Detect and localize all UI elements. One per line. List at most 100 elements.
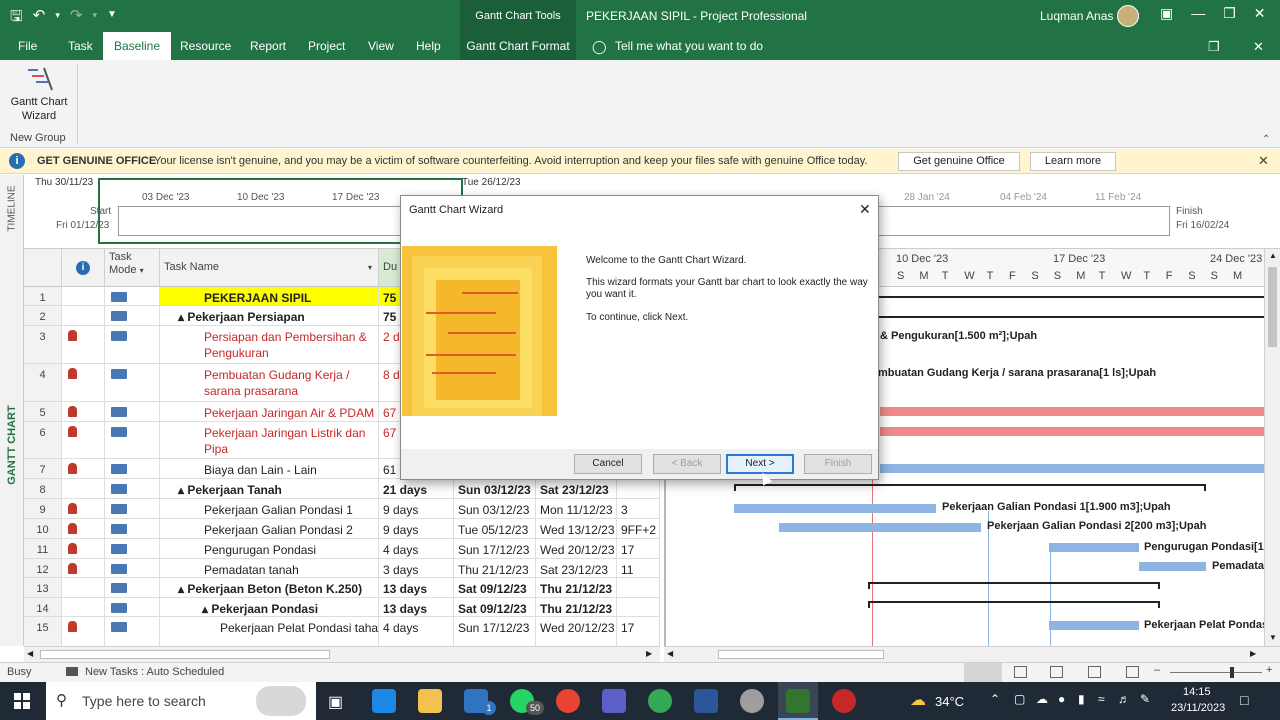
cancel-button[interactable]: Cancel <box>574 454 642 474</box>
collapse-ribbon-icon[interactable]: ⌃ <box>1262 134 1270 145</box>
get-genuine-office-button[interactable]: Get genuine Office <box>898 152 1020 171</box>
save-icon[interactable]: 🖫 <box>10 6 23 31</box>
close-document-icon[interactable]: ✕ <box>1253 39 1264 55</box>
task-name-cell[interactable]: Pemadatan tanah <box>160 559 379 577</box>
tell-me-box[interactable]: Tell me what you want to do <box>615 39 763 53</box>
tab-gantt-chart-format[interactable]: Gantt Chart Format <box>460 32 576 60</box>
taskbar-search-box[interactable]: ⚲ Type here to search <box>46 682 316 720</box>
finish-cell[interactable]: Thu 21/12/23 <box>536 598 617 616</box>
summary-bar[interactable] <box>734 484 1206 491</box>
word-icon[interactable] <box>694 689 718 713</box>
chrome-icon[interactable] <box>556 689 580 713</box>
task-name-cell[interactable]: ▴ Pekerjaan Persiapan <box>160 306 379 325</box>
back-button[interactable]: < Back <box>653 454 721 474</box>
table-row[interactable]: 9 Pekerjaan Galian Pondasi 19 days Sun 03/… <box>24 499 660 519</box>
start-cell[interactable]: Sun 03/12/23 <box>454 479 536 498</box>
task-bar[interactable] <box>1049 543 1139 552</box>
tray-app-icon[interactable]: ▢ <box>1014 692 1025 706</box>
finish-cell[interactable]: Sat 23/12/23 <box>536 559 617 577</box>
zoom-in-icon[interactable]: + <box>1266 664 1272 676</box>
customize-qat-icon[interactable]: ▼ <box>107 9 117 31</box>
task-name-cell[interactable]: ▴ Pekerjaan Pondasi <box>160 598 379 616</box>
task-mode-cell[interactable] <box>105 617 160 646</box>
battery-icon[interactable]: ▮ <box>1078 692 1085 706</box>
scroll-left-icon[interactable]: ◀ <box>667 649 673 658</box>
undo-icon[interactable]: ↶ <box>33 6 46 31</box>
grid-horizontal-scrollbar[interactable]: ◀ ▶ <box>24 646 660 662</box>
task-name-cell[interactable]: ▴ Pekerjaan Tanah <box>160 479 379 498</box>
windows-start-icon[interactable] <box>14 693 30 709</box>
task-mode-cell[interactable] <box>105 287 160 305</box>
table-row[interactable]: 8 ▴ Pekerjaan Tanah 21 days Sun 03/12/23 Sat… <box>24 479 660 499</box>
tab-report[interactable]: Report <box>250 39 286 53</box>
predecessors-cell[interactable] <box>617 598 660 616</box>
row-number[interactable]: 13 <box>24 578 62 597</box>
team-planner-icon[interactable] <box>1050 666 1063 678</box>
gantt-horizontal-scrollbar[interactable]: ◀ ▶ <box>664 646 1280 662</box>
finish-cell[interactable]: Wed 20/12/23 <box>536 617 617 646</box>
chrome-profile-icon[interactable] <box>648 689 672 713</box>
clock-time[interactable]: 14:15 <box>1183 686 1211 698</box>
restore-ribbon-icon[interactable]: ❐ <box>1208 39 1220 55</box>
vertical-scrollbar[interactable]: ▲ ▼ <box>1264 249 1280 646</box>
row-number[interactable]: 9 <box>24 499 62 518</box>
task-mode-cell[interactable] <box>105 578 160 597</box>
tab-project[interactable]: Project <box>308 39 345 53</box>
predecessors-cell[interactable] <box>617 479 660 498</box>
row-number[interactable]: 2 <box>24 306 62 325</box>
redo-icon[interactable]: ↷ <box>70 6 83 31</box>
row-number[interactable]: 15 <box>24 617 62 646</box>
task-bar[interactable] <box>779 523 981 532</box>
table-row[interactable]: 14 ▴ Pekerjaan Pondasi 13 days Sat 09/12/23… <box>24 598 660 617</box>
scroll-thumb[interactable] <box>1268 267 1277 347</box>
duration-cell[interactable]: 4 days <box>379 539 454 558</box>
task-name-cell[interactable]: Persiapan dan Pembersihan & Pengukuran <box>160 326 379 363</box>
restore-icon[interactable]: ❐ <box>1223 5 1236 22</box>
scroll-up-icon[interactable]: ▲ <box>1269 251 1277 260</box>
task-mode-cell[interactable] <box>105 499 160 518</box>
close-icon[interactable]: ✕ <box>1254 5 1266 22</box>
task-name-cell[interactable]: Pembuatan Gudang Kerja / sarana prasaran… <box>160 364 379 401</box>
predecessors-cell[interactable]: 17 <box>617 539 660 558</box>
scroll-thumb[interactable] <box>40 650 330 659</box>
weather-temp[interactable]: 34°C <box>935 694 964 709</box>
notifications-icon[interactable]: □ <box>1240 692 1248 708</box>
task-bar[interactable] <box>1139 562 1206 571</box>
task-name-cell[interactable]: PEKERJAAN SIPIL <box>160 287 379 305</box>
start-cell[interactable]: Thu 21/12/23 <box>454 559 536 577</box>
select-all-header[interactable] <box>24 249 62 287</box>
edge-icon[interactable] <box>372 689 396 713</box>
task-name-cell[interactable]: Pekerjaan Jaringan Listrik dan Pipa <box>160 422 379 458</box>
task-mode-cell[interactable] <box>105 402 160 421</box>
row-number[interactable]: 14 <box>24 598 62 616</box>
duration-cell[interactable]: 3 days <box>379 559 454 577</box>
task-bar[interactable] <box>880 407 1264 416</box>
start-cell[interactable]: Sun 17/12/23 <box>454 617 536 646</box>
duration-cell[interactable]: 9 days <box>379 519 454 538</box>
row-number[interactable]: 6 <box>24 422 62 458</box>
task-bar[interactable] <box>880 427 1264 436</box>
row-number[interactable]: 10 <box>24 519 62 538</box>
duration-cell[interactable]: 13 days <box>379 598 454 616</box>
redo-dropdown-icon[interactable]: ▾ <box>92 10 97 31</box>
task-usage-icon[interactable] <box>1014 666 1027 678</box>
language-icon[interactable]: ✎ <box>1140 692 1150 706</box>
table-row[interactable]: 13 ▴ Pekerjaan Beton (Beton K.250) 13 days… <box>24 578 660 598</box>
task-mode-cell[interactable] <box>105 519 160 538</box>
tab-task[interactable]: Task <box>68 39 93 53</box>
table-row[interactable]: 12 Pemadatan tanah 3 days Thu 21/12/23 Sat 2… <box>24 559 660 578</box>
app-icon[interactable] <box>740 689 764 713</box>
next-button[interactable]: Next > <box>726 454 794 474</box>
predecessors-cell[interactable]: 17 <box>617 617 660 646</box>
finish-cell[interactable]: Wed 13/12/23 <box>536 519 617 538</box>
gantt-chart-wizard-button[interactable]: Gantt Chart Wizard <box>4 64 74 124</box>
task-name-cell[interactable]: Pekerjaan Galian Pondasi 1 <box>160 499 379 518</box>
user-name[interactable]: Luqman Anas <box>1040 9 1113 23</box>
duration-cell[interactable]: 4 days <box>379 617 454 646</box>
task-mode-cell[interactable] <box>105 479 160 498</box>
row-number[interactable]: 11 <box>24 539 62 558</box>
zoom-slider-thumb[interactable] <box>1230 667 1234 678</box>
predecessors-cell[interactable]: 3 <box>617 499 660 518</box>
predecessors-cell[interactable] <box>617 578 660 597</box>
task-name-cell[interactable]: Biaya dan Lain - Lain <box>160 459 379 478</box>
